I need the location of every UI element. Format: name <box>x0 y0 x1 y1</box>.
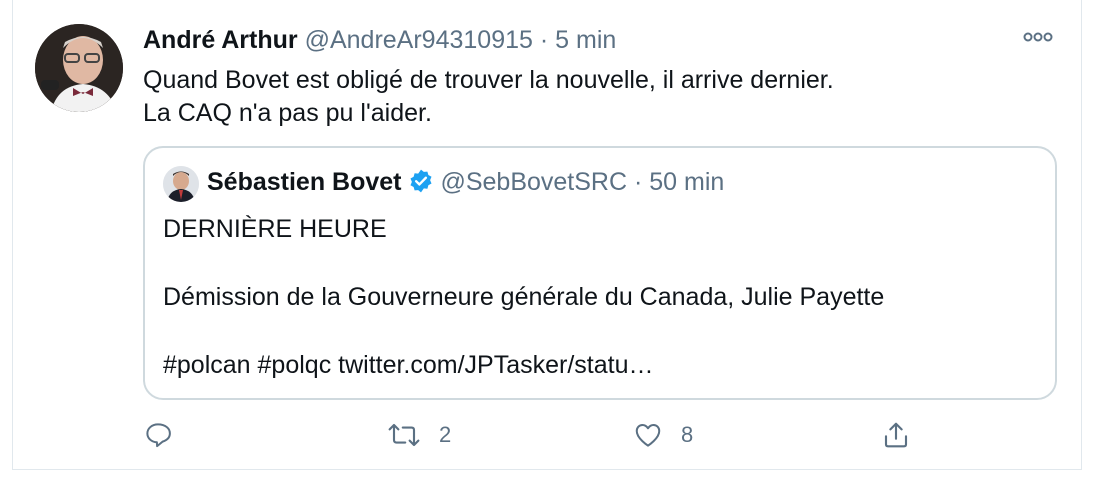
verified-badge-icon <box>408 168 434 201</box>
quoted-author-handle[interactable]: @SebBovetSRC <box>440 168 627 196</box>
quoted-header: Sébastien Bovet @SebBovetSRC · 50 min <box>207 168 724 201</box>
more-button[interactable] <box>1023 30 1053 49</box>
author-avatar[interactable] <box>35 24 123 112</box>
quoted-text-line: DERNIÈRE HEURE <box>163 215 387 243</box>
quoted-tweet[interactable]: Sébastien Bovet @SebBovetSRC · 50 min DE… <box>143 146 1057 400</box>
retweet-count: 2 <box>439 422 452 447</box>
author-handle[interactable]: @AndreAr94310915 <box>305 26 533 54</box>
share-button[interactable] <box>881 420 929 450</box>
tweet-text: Quand Bovet est obligé de trouver la nou… <box>143 64 834 130</box>
reply-icon <box>146 423 171 448</box>
like-count: 8 <box>681 422 694 447</box>
quoted-time[interactable]: 50 min <box>649 168 724 196</box>
tweet-text-line: Quand Bovet est obligé de trouver la nou… <box>143 66 834 94</box>
tweet-card[interactable]: André Arthur @AndreAr94310915 · 5 min Qu… <box>12 0 1082 470</box>
tweet-actions: 2 8 <box>143 420 1043 460</box>
separator-dot: · <box>634 168 643 196</box>
tweet-text-line: La CAQ n'a pas pu l'aider. <box>143 99 432 127</box>
like-button[interactable]: 8 <box>633 420 693 450</box>
separator-dot: · <box>539 26 549 54</box>
quoted-author-avatar[interactable] <box>163 166 199 202</box>
heart-icon <box>635 424 661 447</box>
author-name[interactable]: André Arthur <box>143 26 298 54</box>
quoted-text-line: Démission de la Gouverneure générale du … <box>163 283 885 311</box>
quoted-author-name[interactable]: Sébastien Bovet <box>207 168 402 196</box>
avatar-image <box>35 24 123 112</box>
share-icon <box>884 422 908 448</box>
quoted-text-line[interactable]: #polcan #polqc twitter.com/JPTasker/stat… <box>163 348 884 382</box>
quoted-text: DERNIÈRE HEURE Démission de la Gouverneu… <box>163 212 884 382</box>
retweet-icon <box>388 423 420 447</box>
reply-button[interactable] <box>143 420 191 450</box>
avatar-image <box>163 166 199 202</box>
tweet-header: André Arthur @AndreAr94310915 · 5 min <box>143 26 616 55</box>
more-horizontal-icon <box>1023 32 1053 42</box>
retweet-button[interactable]: 2 <box>387 420 451 450</box>
tweet-time[interactable]: 5 min <box>555 26 616 54</box>
